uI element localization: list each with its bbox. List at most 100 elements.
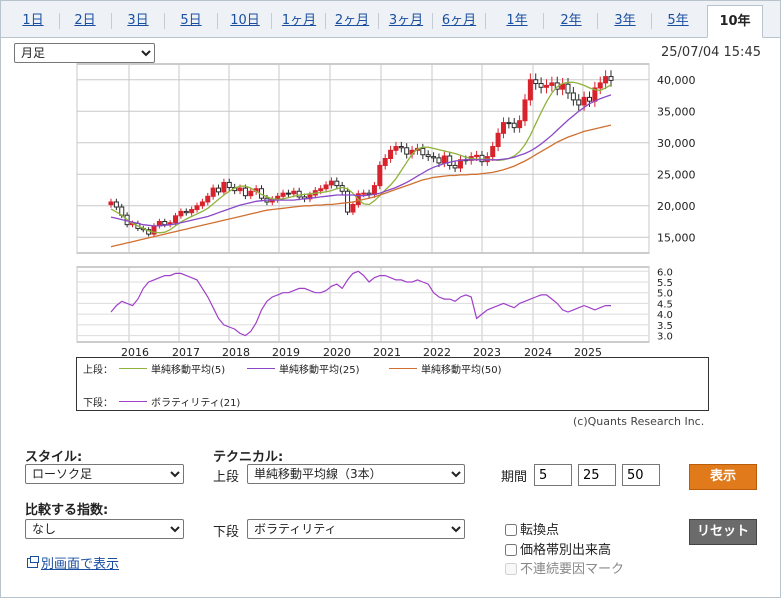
tab-period-0[interactable]: 1日 [9, 5, 57, 36]
chart-panel: 1日 2日 3日 5日 10日 1ヶ月 2ヶ月 3ヶ月 6ヶ月 1年 2年 3年 5年 10年 月足 25… [0, 0, 781, 598]
checkbox-volume-by-price[interactable]: 価格帯別出来高 [505, 539, 611, 558]
volume-by-price-checkbox[interactable] [505, 544, 517, 556]
candle-body [296, 190, 302, 198]
candle-body [183, 210, 189, 214]
tab-period-9[interactable]: 1年 [493, 5, 541, 36]
open-window-link[interactable]: 別画面で表示 [41, 557, 119, 572]
legend-box: 上段： 単純移動平均(5) 単純移動平均(25) 単純移動平均(50) 下段： … [76, 357, 709, 411]
reset-button[interactable]: リセット [689, 519, 757, 545]
candle-body [603, 76, 609, 84]
candle-body [377, 164, 383, 187]
candle-body [285, 192, 291, 195]
legend-item-sma25: 単純移動平均(25) [279, 365, 360, 376]
candle-body [210, 187, 216, 197]
style-select[interactable]: ローソク足 [25, 464, 184, 484]
copyright: (c)Quants Research Inc. [573, 415, 705, 428]
upper-label: 上段 [213, 470, 240, 485]
legend-item-sma5: 単純移動平均(5) [151, 365, 226, 376]
volatility-y-tick-label: 4.5 [657, 299, 673, 310]
price-y-tick-label: 20,000 [657, 200, 696, 213]
timestamp: 25/07/04 15:45 [661, 45, 761, 60]
candle-body [425, 154, 431, 158]
tab-period-11[interactable]: 3年 [601, 5, 649, 36]
candle-body [393, 146, 399, 151]
price-y-tick-label: 15,000 [657, 231, 696, 244]
external-window-icon [27, 556, 39, 568]
price-y-tick-label: 35,000 [657, 105, 696, 118]
candle-body [194, 205, 200, 211]
candle-body [597, 82, 603, 89]
compare-label: 比較する指数: [25, 503, 109, 518]
legend-line-sma50 [389, 368, 417, 369]
tab-period-2[interactable]: 3日 [114, 5, 162, 36]
candle-body [565, 83, 571, 94]
volatility-y-tick-label: 5.0 [657, 289, 673, 300]
price-y-tick-label: 25,000 [657, 168, 696, 181]
price-y-tick-label: 30,000 [657, 137, 696, 150]
candle-body [570, 92, 576, 101]
tab-period-8[interactable]: 6ヶ月 [435, 5, 483, 36]
legend-upper-label: 上段： [83, 365, 113, 376]
legend-line-sma25 [247, 368, 275, 369]
volatility-y-tick-label: 3.5 [657, 321, 673, 332]
open-window-link-wrap[interactable]: 別画面で表示 [27, 553, 119, 572]
display-button[interactable]: 表示 [689, 464, 757, 490]
volatility-y-tick-label: 4.0 [657, 310, 673, 321]
lower-technical-select[interactable]: ボラティリティ [247, 519, 465, 539]
period-input-2[interactable] [578, 464, 616, 486]
candle-body [382, 158, 388, 166]
candle-body [113, 201, 119, 208]
discontinuity-mark-checkbox [505, 563, 517, 575]
tab-period-6[interactable]: 2ヶ月 [328, 5, 376, 36]
candle-body [242, 187, 248, 197]
period-tabs: 1日 2日 3日 5日 10日 1ヶ月 2ヶ月 3ヶ月 6ヶ月 1年 2年 3年 5年 10年 [1, 1, 780, 38]
candle-body [388, 149, 394, 159]
candle-body [527, 79, 533, 101]
price-chart: 40,000 35,000 30,000 25,000 20,000 15,000 6.0 5… [76, 63, 696, 359]
volatility-y-tick-label: 6.0 [657, 267, 673, 278]
tab-period-13[interactable]: 10年 [707, 5, 763, 38]
tab-separator [111, 13, 112, 29]
candle-body [199, 201, 205, 207]
candle-body [420, 147, 426, 156]
candle-body [608, 76, 614, 81]
candle-body [538, 83, 544, 88]
candle-body [586, 96, 592, 102]
period-select[interactable]: 月足 [14, 43, 155, 63]
checkbox-discontinuity-mark: 不連続要因マーク [505, 558, 624, 577]
tab-separator [59, 13, 60, 29]
candle-body [447, 155, 453, 166]
candle-body [398, 146, 404, 149]
candle-body [576, 99, 582, 106]
tab-period-1[interactable]: 2日 [61, 5, 109, 36]
turning-point-checkbox[interactable] [505, 524, 517, 536]
candle-body [581, 96, 587, 106]
tab-period-4[interactable]: 10日 [221, 5, 269, 36]
turning-point-label: 転換点 [520, 523, 560, 538]
period-input-3[interactable] [622, 464, 660, 486]
candle-body [216, 187, 222, 193]
lower-label: 下段 [213, 525, 240, 540]
period-input-1[interactable] [534, 464, 572, 486]
tab-period-12[interactable]: 5年 [654, 5, 702, 36]
discontinuity-mark-label: 不連続要因マーク [520, 562, 625, 577]
period-label: 期間 [501, 470, 528, 485]
tab-period-3[interactable]: 5日 [167, 5, 215, 36]
checkbox-turning-point[interactable]: 転換点 [505, 519, 559, 538]
legend-item-sma50: 単純移動平均(50) [421, 365, 502, 376]
candle-body [205, 195, 211, 203]
candle-body [226, 181, 232, 188]
compare-select[interactable]: なし [25, 519, 184, 539]
candle-body [108, 201, 114, 206]
tab-period-5[interactable]: 1ヶ月 [275, 5, 323, 36]
candle-body [549, 82, 555, 86]
candle-body [237, 187, 243, 192]
tab-period-10[interactable]: 2年 [547, 5, 595, 36]
tab-separator [378, 13, 379, 29]
upper-technical-select[interactable]: 単純移動平均線（3本） [247, 464, 465, 484]
volume-by-price-label: 価格帯別出来高 [520, 543, 612, 558]
price-y-tick-label: 40,000 [657, 74, 696, 87]
candle-body [506, 122, 512, 125]
style-label: スタイル: [25, 450, 83, 465]
tab-period-7[interactable]: 3ヶ月 [382, 5, 430, 36]
